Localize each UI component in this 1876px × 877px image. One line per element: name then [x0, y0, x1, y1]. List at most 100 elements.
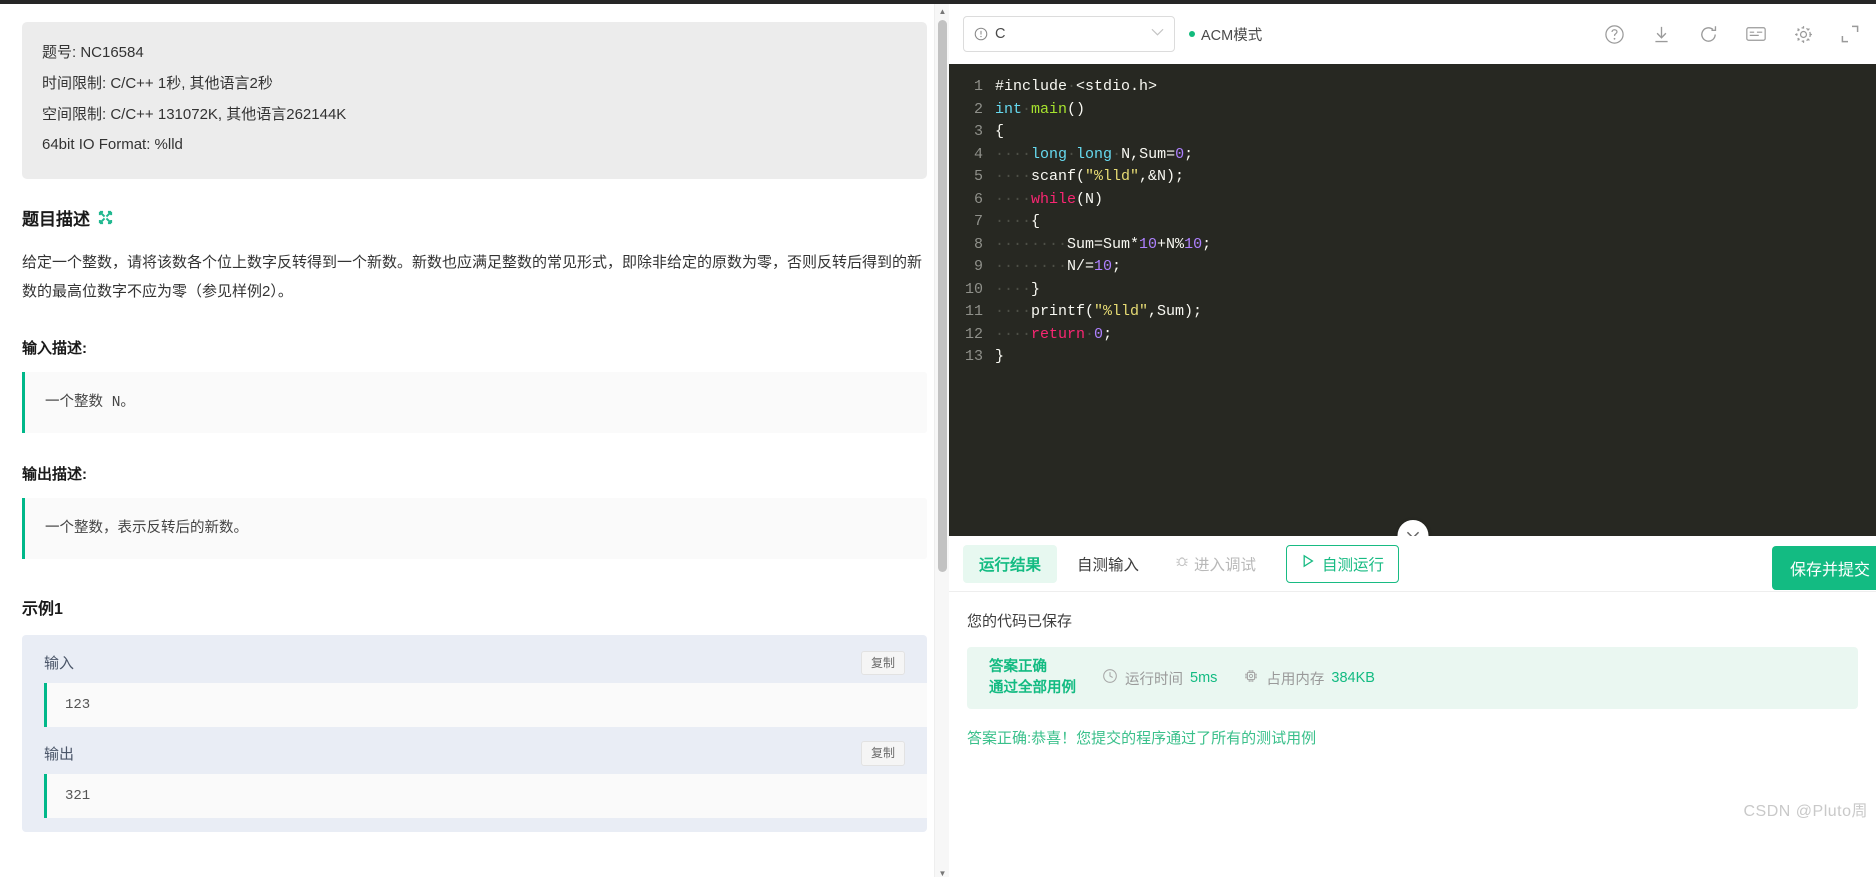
- code-line-text: int·main(): [995, 100, 1086, 118]
- code-line: 12 ····return·0;: [949, 324, 1876, 347]
- bug-icon: [1175, 554, 1189, 573]
- fullscreen-icon[interactable]: [1840, 24, 1860, 44]
- acm-status-dot-icon: [1189, 31, 1195, 37]
- code-line-number: 11: [964, 303, 983, 320]
- code-line-number: 3: [973, 123, 983, 140]
- code-line-text: ····return·0;: [995, 325, 1113, 343]
- code-line: 3{: [949, 121, 1876, 144]
- code-line-text: ········Sum=Sum*10+N%10;: [995, 235, 1212, 253]
- notes-icon[interactable]: [1745, 24, 1767, 44]
- self-test-run-button[interactable]: 自测运行: [1286, 544, 1400, 583]
- code-line-text: ····scanf("%lld",&N);: [995, 168, 1185, 185]
- code-line-number: 12: [964, 325, 983, 343]
- editor-pane: C ACM模式 1 #include·<stdio.h> 2 int·main(…: [949, 0, 1876, 877]
- code-line-text: ········N/=10;: [995, 258, 1122, 275]
- output-desc-block: 一个整数，表示反转后的新数。: [22, 498, 927, 559]
- code-line-number: 8: [973, 235, 983, 253]
- code-line-text: ····{: [995, 213, 1041, 230]
- code-line-text: {: [995, 123, 1005, 140]
- code-line-number: 9: [973, 258, 983, 275]
- language-select-value: C: [995, 26, 1006, 42]
- page-root: 题号: NC16584 时间限制: C/C++ 1秒, 其他语言2秒 空间限制:…: [0, 0, 1876, 877]
- code-line: 11 ····printf("%lld",Sum);: [949, 301, 1876, 324]
- help-circle-icon[interactable]: [1604, 24, 1625, 45]
- meta-line-io: 64bit IO Format: %lld: [42, 136, 183, 154]
- verdict-status: 答案正确 通过全部用例: [989, 657, 1076, 699]
- chevron-down-icon: [1151, 28, 1164, 40]
- output-desc-text: 一个整数，表示反转后的新数。: [45, 520, 248, 537]
- memory-value: 384KB: [1331, 670, 1375, 686]
- code-editor[interactable]: 1 #include·<stdio.h> 2 int·main() 3{4 ····lon…: [949, 64, 1876, 536]
- verdict-line-2: 通过全部用例: [989, 680, 1076, 696]
- code-line: 2 int·main(): [949, 99, 1876, 122]
- scroll-up-icon[interactable]: ▲: [935, 4, 949, 19]
- tab-enter-debug[interactable]: 进入调试: [1159, 545, 1272, 583]
- description-heading-label: 题目描述: [22, 210, 90, 229]
- exclamation-circle-icon: [974, 27, 988, 41]
- refresh-icon[interactable]: [1698, 24, 1719, 45]
- code-line: 6 ····while(N): [949, 189, 1876, 212]
- code-line-number: 5: [973, 168, 983, 185]
- tab-enter-debug-label: 进入调试: [1194, 556, 1257, 574]
- code-line-text: ····while(N): [995, 190, 1104, 208]
- problem-scroll-content: 题号: NC16584 时间限制: C/C++ 1秒, 其他语言2秒 空间限制:…: [0, 4, 949, 877]
- code-line-text: ····}: [995, 280, 1041, 298]
- code-line-number: 4: [973, 145, 983, 163]
- watermark: CSDN @Pluto周: [1743, 803, 1868, 820]
- code-saved-text: 您的代码已保存: [967, 613, 1073, 630]
- runtime-stat: 运行时间 5ms: [1102, 668, 1217, 689]
- copy-input-button[interactable]: 复制: [860, 650, 905, 676]
- code-line: 7 ····{: [949, 211, 1876, 234]
- example-input-value: 123: [44, 683, 927, 728]
- gear-icon[interactable]: [1793, 24, 1814, 45]
- clock-icon: [1102, 668, 1118, 688]
- input-desc-text: 一个整数 N。: [45, 394, 135, 411]
- self-test-run-label: 自测运行: [1322, 556, 1385, 574]
- meta-line-space: 空间限制: C/C++ 131072K, 其他语言262144K: [42, 105, 347, 123]
- save-and-submit-button[interactable]: 保存并提交: [1771, 546, 1876, 590]
- verdict-line-1: 答案正确: [989, 658, 1047, 675]
- problem-scrollbar[interactable]: ▲ ▼: [934, 4, 949, 877]
- input-desc-heading: 输入描述:: [22, 339, 87, 357]
- code-line: 8 ········Sum=Sum*10+N%10;: [949, 234, 1876, 257]
- code-line-number: 7: [973, 213, 983, 230]
- code-line: 4 ····long·long·N,Sum=0;: [949, 144, 1876, 167]
- collapse-editor-button[interactable]: [1397, 520, 1428, 536]
- scroll-down-icon[interactable]: ▼: [935, 866, 949, 877]
- code-line-number: 10: [964, 280, 983, 298]
- code-line: 13}: [949, 346, 1876, 369]
- description-text: 给定一个整数，请将该数各个位上数字反转得到一个新数。新数也应满足整数的常见形式，…: [22, 254, 923, 301]
- description-heading: 题目描述: [22, 205, 927, 230]
- example-output-header: 输出 复制: [22, 727, 927, 773]
- runtime-value: 5ms: [1190, 670, 1218, 686]
- code-lines: 1 #include·<stdio.h> 2 int·main() 3{4 ····lon…: [949, 76, 1876, 369]
- example-output-label: 输出: [44, 745, 75, 763]
- expand-arrows-icon[interactable]: [98, 210, 113, 225]
- language-select[interactable]: C: [963, 16, 1175, 52]
- tab-custom-input[interactable]: 自测输入: [1061, 545, 1155, 583]
- memory-stat: 占用内存 384KB: [1243, 668, 1375, 689]
- download-icon[interactable]: [1651, 24, 1672, 45]
- example-card: 输入 复制 123 输出 复制 321: [22, 634, 927, 832]
- code-line: 10 ····}: [949, 279, 1876, 302]
- copy-output-button[interactable]: 复制: [860, 741, 905, 766]
- code-line-text: #include·<stdio.h>: [995, 78, 1158, 95]
- chip-icon: [1243, 668, 1259, 688]
- code-line: 9 ········N/=10;: [949, 256, 1876, 279]
- tab-run-result[interactable]: 运行结果: [963, 544, 1058, 583]
- verdict-card: 答案正确 通过全部用例 运行时间 5ms 占用内存 384KB: [967, 647, 1858, 709]
- scrollbar-thumb[interactable]: [938, 20, 947, 572]
- example-output-value: 321: [44, 773, 927, 818]
- code-line: 5 ····scanf("%lld",&N);: [949, 166, 1876, 189]
- example-heading: 示例1: [22, 600, 63, 618]
- code-line-number: 1: [973, 78, 983, 95]
- runtime-label: 运行时间: [1125, 671, 1183, 688]
- meta-line-id: 题号: NC16584: [42, 44, 144, 61]
- play-icon: [1301, 554, 1315, 573]
- acm-mode-indicator: ACM模式: [1189, 24, 1262, 45]
- problem-pane: 题号: NC16584 时间限制: C/C++ 1秒, 其他语言2秒 空间限制:…: [0, 0, 949, 877]
- code-line-number: 6: [973, 190, 983, 208]
- output-desc-heading: 输出描述:: [22, 466, 87, 484]
- code-line: 1 #include·<stdio.h>: [949, 76, 1876, 99]
- example-input-label: 输入: [44, 655, 75, 673]
